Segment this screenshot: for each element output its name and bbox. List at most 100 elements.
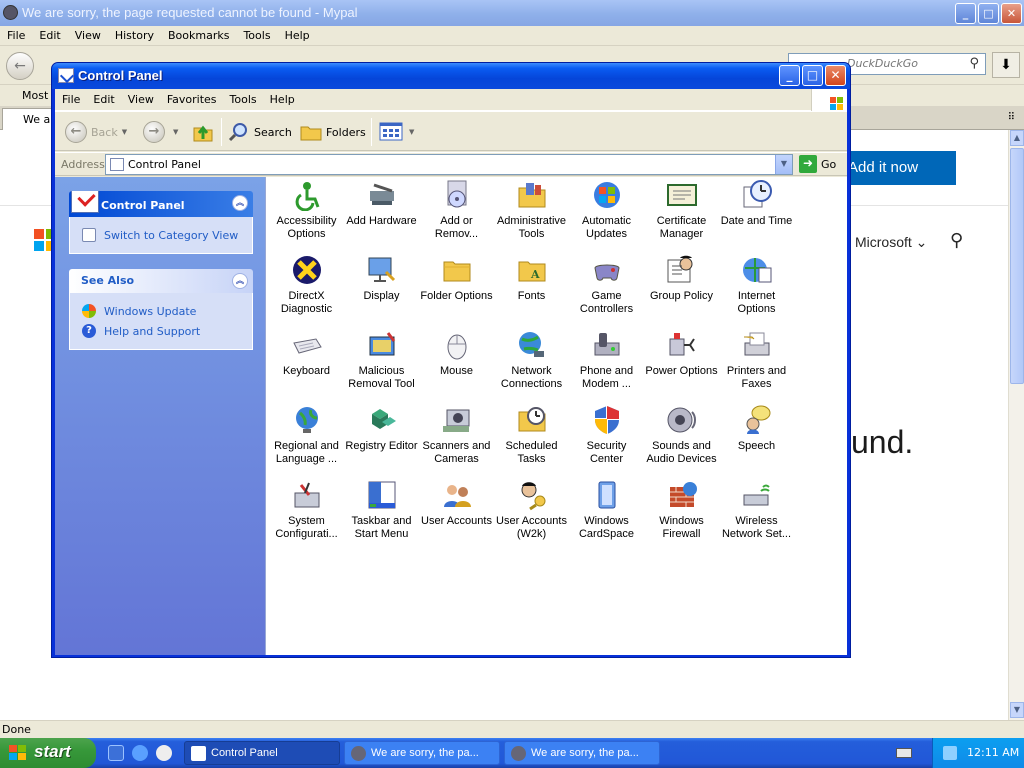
control-panel-item[interactable]: Wireless Network Set...: [719, 479, 794, 551]
folders-button[interactable]: Folders: [299, 120, 366, 144]
task-browser-1[interactable]: We are sorry, the pa...: [344, 741, 500, 765]
tab-overflow-icon[interactable]: ⠿: [1008, 112, 1016, 123]
control-panel-item[interactable]: Windows CardSpace: [569, 479, 644, 551]
network-tray-icon[interactable]: [943, 746, 957, 760]
control-panel-item[interactable]: A Fonts: [494, 254, 569, 326]
start-button[interactable]: start: [0, 738, 96, 768]
control-panel-item[interactable]: Windows Firewall: [644, 479, 719, 551]
cp-maximize-button[interactable]: □: [802, 65, 823, 86]
search-icon[interactable]: ⚲: [969, 56, 979, 71]
control-panel-item[interactable]: Certificate Manager: [644, 179, 719, 251]
windows-update-link[interactable]: Windows Update: [82, 301, 252, 321]
control-panel-item[interactable]: Automatic Updates: [569, 179, 644, 251]
collapse-icon[interactable]: ︽: [232, 273, 248, 289]
menu-file[interactable]: File: [0, 26, 32, 42]
control-panel-item[interactable]: Folder Options: [419, 254, 494, 326]
address-value: Control Panel: [128, 158, 201, 171]
control-panel-item[interactable]: Security Center: [569, 404, 644, 476]
task-panel-header[interactable]: Control Panel ︽: [69, 191, 253, 217]
scroll-down-icon[interactable]: ▼: [1010, 702, 1024, 718]
menu-tools[interactable]: Tools: [236, 26, 277, 42]
microsoft-menu[interactable]: Microsoft ⌄: [855, 234, 927, 251]
browser-title-bar[interactable]: We are sorry, the page requested cannot …: [0, 0, 1024, 26]
collapse-icon[interactable]: ︽: [232, 195, 248, 211]
show-desktop-icon[interactable]: [108, 745, 124, 761]
back-arrow-icon[interactable]: ←: [6, 52, 34, 80]
control-panel-item[interactable]: Regional and Language ...: [269, 404, 344, 476]
go-button[interactable]: ➜ Go: [799, 155, 836, 173]
address-dropdown-icon[interactable]: ▼: [775, 155, 792, 174]
control-panel-item[interactable]: Keyboard: [269, 329, 344, 401]
menu-help[interactable]: Help: [278, 26, 317, 42]
help-support-link[interactable]: ? Help and Support: [82, 321, 252, 341]
control-panel-item[interactable]: System Configurati...: [269, 479, 344, 551]
cp-title-bar[interactable]: Control Panel _ □ ✕: [52, 63, 850, 89]
cp-menu-tools[interactable]: Tools: [223, 89, 263, 106]
control-panel-item[interactable]: Scheduled Tasks: [494, 404, 569, 476]
cp-menu-help[interactable]: Help: [263, 89, 301, 106]
item-label: Game Controllers: [579, 290, 634, 315]
cp-menu-favorites[interactable]: Favorites: [160, 89, 223, 106]
cp-menu-view[interactable]: View: [121, 89, 160, 106]
see-also-header[interactable]: See Also ︽: [69, 269, 253, 293]
cp-close-button[interactable]: ✕: [825, 65, 846, 86]
back-button[interactable]: ← Back ▼: [65, 120, 127, 144]
control-panel-item[interactable]: Sounds and Audio Devices: [644, 404, 719, 476]
menu-history[interactable]: History: [108, 26, 161, 42]
forward-button[interactable]: → ▼: [143, 120, 178, 144]
control-panel-item[interactable]: Add Hardware: [344, 179, 419, 251]
control-panel-item[interactable]: Administrative Tools: [494, 179, 569, 251]
control-panel-item[interactable]: DirectX Diagnostic: [269, 254, 344, 326]
menu-bookmarks[interactable]: Bookmarks: [161, 26, 236, 42]
control-panel-item[interactable]: Network Connections: [494, 329, 569, 401]
item-label: Date and Time: [720, 215, 793, 227]
control-panel-item[interactable]: Speech: [719, 404, 794, 476]
search-button[interactable]: Search: [227, 120, 292, 144]
wireless-network-icon: [741, 479, 773, 511]
windows-logo-icon: [811, 89, 847, 111]
control-panel-item[interactable]: User Accounts: [419, 479, 494, 551]
cp-minimize-button[interactable]: _: [779, 65, 800, 86]
control-panel-item[interactable]: Add or Remov...: [419, 179, 494, 251]
control-panel-item[interactable]: Taskbar and Start Menu: [344, 479, 419, 551]
control-panel-item[interactable]: Date and Time: [719, 179, 794, 251]
control-panel-item[interactable]: Mouse: [419, 329, 494, 401]
control-panel-item[interactable]: Accessibility Options: [269, 179, 344, 251]
item-label: Power Options: [645, 365, 718, 377]
cp-menu-edit[interactable]: Edit: [86, 89, 120, 106]
internet-explorer-icon[interactable]: [132, 745, 148, 761]
views-button[interactable]: ▼: [379, 120, 414, 144]
add-it-now-button[interactable]: Add it now: [836, 151, 956, 185]
menu-edit[interactable]: Edit: [32, 26, 67, 42]
download-arrow-icon[interactable]: ⬇: [992, 52, 1020, 78]
control-panel-item[interactable]: Power Options: [644, 329, 719, 401]
page-scrollbar[interactable]: ▲ ▼: [1008, 130, 1024, 720]
scroll-up-icon[interactable]: ▲: [1010, 130, 1024, 146]
keyboard-layout-icon[interactable]: [896, 748, 912, 758]
control-panel-item[interactable]: Group Policy: [644, 254, 719, 326]
control-panel-item[interactable]: Display: [344, 254, 419, 326]
control-panel-item[interactable]: Registry Editor: [344, 404, 419, 476]
address-input[interactable]: Control Panel ▼: [105, 154, 793, 175]
task-control-panel[interactable]: Control Panel: [184, 741, 340, 765]
control-panel-item[interactable]: Printers and Faxes: [719, 329, 794, 401]
item-label: Malicious Removal Tool: [348, 365, 415, 390]
control-panel-item[interactable]: Game Controllers: [569, 254, 644, 326]
minimize-button[interactable]: _: [955, 3, 976, 24]
clock[interactable]: 12:11 AM: [967, 746, 1019, 759]
control-panel-item[interactable]: Scanners and Cameras: [419, 404, 494, 476]
control-panel-item[interactable]: Phone and Modem ...: [569, 329, 644, 401]
control-panel-item[interactable]: Malicious Removal Tool: [344, 329, 419, 401]
page-search-icon[interactable]: ⚲: [950, 230, 963, 251]
mypal-quicklaunch-icon[interactable]: [156, 745, 172, 761]
maximize-button[interactable]: □: [978, 3, 999, 24]
cp-menu-file[interactable]: File: [55, 89, 86, 106]
switch-category-view-link[interactable]: Switch to Category View: [82, 225, 252, 245]
control-panel-item[interactable]: User Accounts (W2k): [494, 479, 569, 551]
control-panel-item[interactable]: Internet Options: [719, 254, 794, 326]
task-browser-2[interactable]: We are sorry, the pa...: [504, 741, 660, 765]
close-button[interactable]: ✕: [1001, 3, 1022, 24]
scroll-thumb[interactable]: [1010, 148, 1024, 384]
menu-view[interactable]: View: [68, 26, 108, 42]
up-folder-button[interactable]: [191, 120, 215, 144]
